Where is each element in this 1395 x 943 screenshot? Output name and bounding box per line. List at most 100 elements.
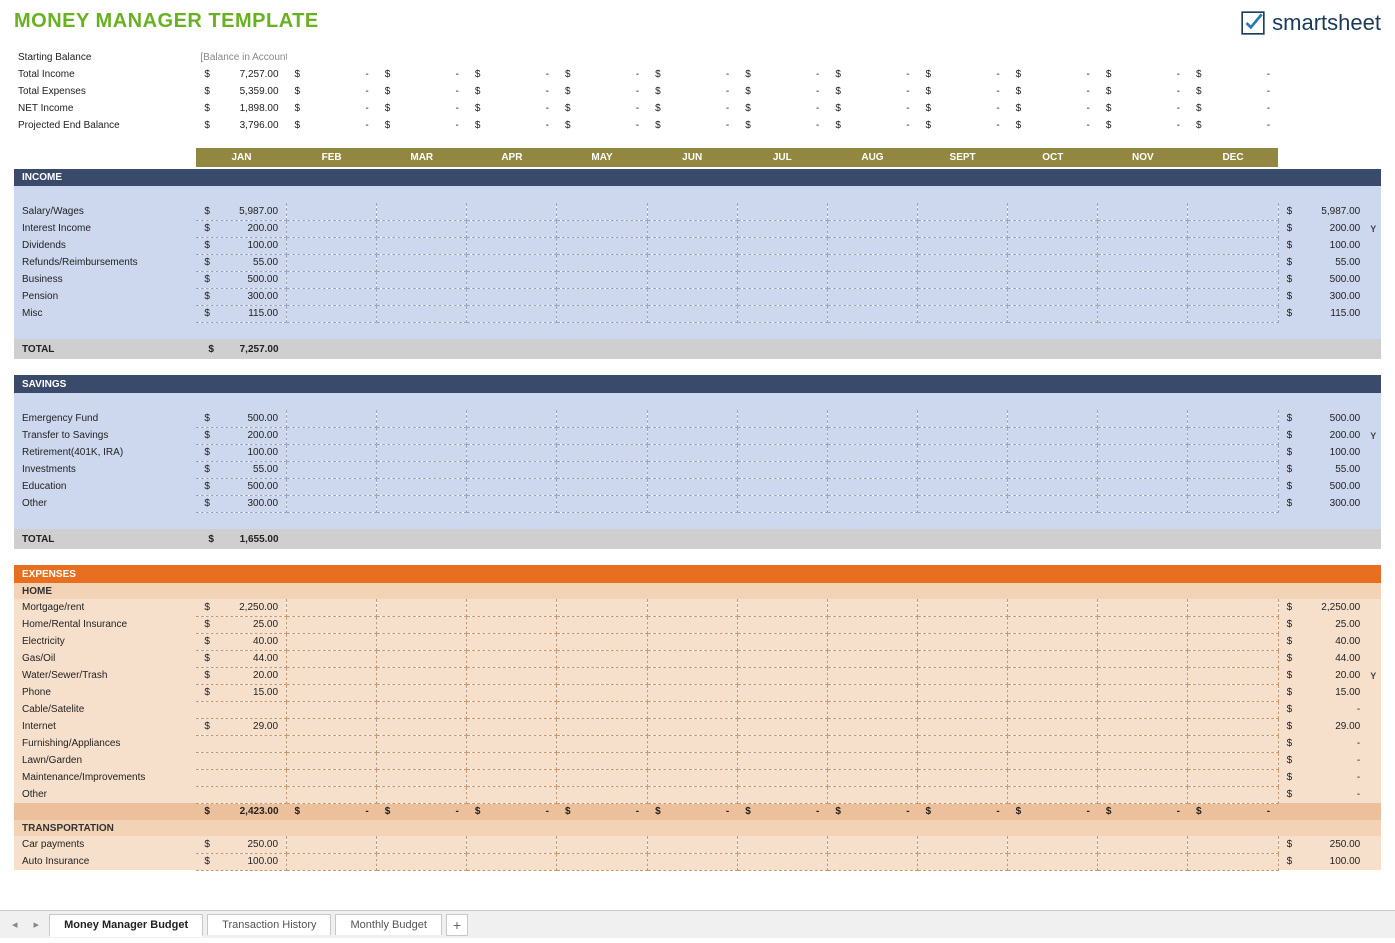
cell[interactable] [1188,220,1278,237]
cell[interactable] [377,752,467,769]
cell[interactable] [1188,203,1278,220]
cell[interactable] [377,288,467,305]
cell[interactable] [467,853,557,870]
cell[interactable] [918,650,1008,667]
cell[interactable] [827,650,917,667]
cell[interactable] [1188,288,1278,305]
cell[interactable] [737,667,827,684]
cell[interactable] [737,701,827,718]
cell[interactable] [1188,410,1278,427]
cell[interactable] [647,718,737,735]
cell[interactable] [467,633,557,650]
cell[interactable] [1188,461,1278,478]
cell[interactable] [827,271,917,288]
cell[interactable] [1008,444,1098,461]
cell[interactable] [377,203,467,220]
cell[interactable] [467,650,557,667]
cell[interactable] [918,752,1008,769]
cell[interactable] [287,701,377,718]
cell[interactable] [1098,49,1188,66]
cell[interactable] [196,701,286,718]
cell[interactable] [467,701,557,718]
cell[interactable] [647,478,737,495]
cell[interactable] [647,220,737,237]
cell[interactable] [467,667,557,684]
cell[interactable]: $- [1098,66,1188,83]
cell[interactable]: $- [287,100,377,117]
cell[interactable] [827,836,917,853]
cell[interactable] [1008,461,1098,478]
cell[interactable] [377,616,467,633]
cell[interactable] [287,752,377,769]
cell[interactable] [1008,667,1098,684]
cell[interactable]: $115.00 [196,305,286,322]
cell[interactable]: $300.00 [196,288,286,305]
cell[interactable] [467,769,557,786]
cell[interactable]: $25.00 [196,616,286,633]
cell[interactable] [827,752,917,769]
cell[interactable] [1188,237,1278,254]
cell[interactable]: $- [737,66,827,83]
cell[interactable] [377,650,467,667]
cell[interactable]: $- [467,100,557,117]
cell[interactable] [647,853,737,870]
cell[interactable]: $- [1188,83,1278,100]
cell[interactable] [557,616,647,633]
cell[interactable] [467,684,557,701]
cell[interactable] [196,769,286,786]
cell[interactable] [1008,203,1098,220]
cell[interactable] [1098,769,1188,786]
cell[interactable] [1008,599,1098,616]
cell[interactable] [1098,735,1188,752]
cell[interactable] [1098,444,1188,461]
cell[interactable] [287,853,377,870]
cell[interactable]: $5,359.00 [196,83,286,100]
cell[interactable]: $100.00 [196,853,286,870]
cell[interactable] [1098,633,1188,650]
cell[interactable]: $- [827,66,917,83]
cell[interactable] [467,786,557,803]
cell[interactable]: $500.00 [196,410,286,427]
cell[interactable] [377,444,467,461]
cell[interactable]: $- [1008,117,1098,134]
cell[interactable] [287,478,377,495]
cell[interactable]: $- [557,117,647,134]
cell[interactable] [737,478,827,495]
cell[interactable] [918,633,1008,650]
cell[interactable] [647,305,737,322]
cell[interactable] [647,410,737,427]
cell[interactable] [1008,410,1098,427]
cell[interactable]: $5,987.00 [196,203,286,220]
cell[interactable] [1188,684,1278,701]
cell[interactable]: $- [557,100,647,117]
cell[interactable] [1008,616,1098,633]
cell[interactable] [827,718,917,735]
cell[interactable] [287,444,377,461]
cell[interactable] [737,718,827,735]
cell[interactable] [918,203,1008,220]
cell[interactable] [737,305,827,322]
cell[interactable] [467,288,557,305]
cell[interactable] [1188,701,1278,718]
cell[interactable] [1188,633,1278,650]
tab-monthly-budget[interactable]: Monthly Budget [335,914,441,935]
cell[interactable] [827,444,917,461]
cell[interactable] [557,271,647,288]
cell[interactable]: $1,898.00 [196,100,286,117]
cell[interactable] [918,616,1008,633]
cell[interactable] [737,599,827,616]
cell[interactable] [737,203,827,220]
cell[interactable]: $- [647,83,737,100]
cell[interactable] [1098,752,1188,769]
cell[interactable]: $- [827,100,917,117]
cell[interactable] [827,220,917,237]
cell[interactable] [918,49,1008,66]
cell[interactable] [827,853,917,870]
cell[interactable] [1098,701,1188,718]
cell[interactable]: $29.00 [196,718,286,735]
cell[interactable]: $- [287,117,377,134]
cell[interactable] [918,495,1008,512]
cell[interactable] [1098,684,1188,701]
cell[interactable] [557,49,647,66]
cell[interactable]: $- [557,83,647,100]
